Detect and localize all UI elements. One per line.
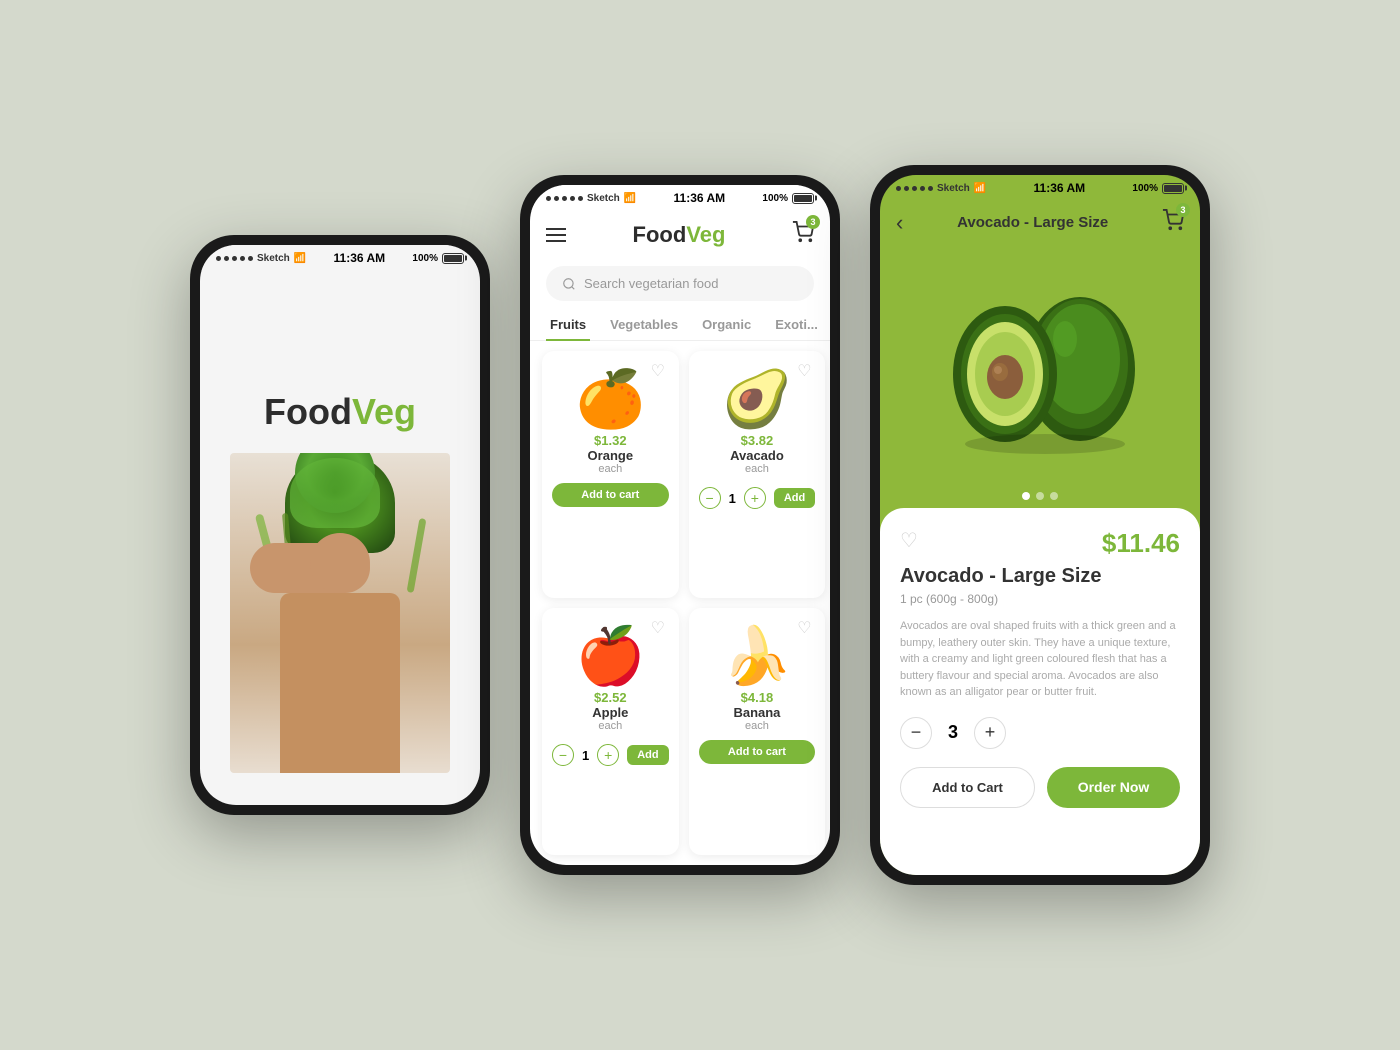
wishlist-detail[interactable]: ♡ [900,528,918,553]
detail-card: ♡ $11.46 Avocado - Large Size 1 pc (600g… [880,508,1200,875]
phones-container: Sketch 📶 11:36 AM 100% FoodVeg [150,105,1250,945]
detail-description: Avocados are oval shaped fruits with a t… [900,618,1180,701]
wishlist-avocado[interactable]: ♡ [797,361,815,379]
search-icon [562,277,576,291]
dot-2[interactable] [1036,492,1044,500]
unit-orange: each [598,463,622,475]
add-to-cart-button[interactable]: Add to Cart [900,767,1035,808]
splash-screen: Sketch 📶 11:36 AM 100% FoodVeg [200,245,480,805]
splash-image [230,453,450,773]
unit-avocado: each [745,463,769,475]
price-apple: $2.52 [594,690,627,705]
avocado-svg [920,269,1160,459]
price-orange: $1.32 [594,433,627,448]
name-avocado: Avacado [730,448,784,463]
product-image-banana: 🍌 [722,628,792,684]
tab-organic[interactable]: Organic [698,309,755,340]
detail-product-name: Avocado - Large Size [900,565,1180,588]
price-avocado: $3.82 [741,433,774,448]
product-card-orange: ♡ 🍊 $1.32 Orange each Add to cart [542,351,679,598]
detail-cart-badge: 3 [1176,203,1190,217]
wifi-icon: 📶 [294,253,306,264]
detail-qty-minus[interactable]: − [900,717,932,749]
name-orange: Orange [588,448,634,463]
product-image-avocado: 🥑 [722,371,792,427]
qty-minus-apple[interactable]: − [552,744,574,766]
qty-avocado: 1 [729,491,736,506]
time-display: 11:36 AM [334,251,386,265]
order-now-button[interactable]: Order Now [1047,767,1180,808]
add-btn-apple[interactable]: Add [627,745,668,765]
product-card-avocado: ♡ 🥑 $3.82 Avacado each − 1 + Add [689,351,826,598]
price-banana: $4.18 [741,690,774,705]
search-placeholder: Search vegetarian food [584,276,718,291]
wishlist-banana[interactable]: ♡ [797,618,815,636]
tab-vegetables[interactable]: Vegetables [606,309,682,340]
name-banana: Banana [733,705,780,720]
tabs-row: Fruits Vegetables Organic Exoti... [530,309,830,341]
tab-fruits[interactable]: Fruits [546,309,590,340]
qty-plus-avocado[interactable]: + [744,487,766,509]
products-grid: ♡ 🍊 $1.32 Orange each Add to cart ♡ 🥑 $3… [530,341,830,865]
product-image-apple: 🍎 [575,628,645,684]
dot-1[interactable] [1022,492,1030,500]
add-cart-orange[interactable]: Add to cart [552,483,669,507]
qty-plus-apple[interactable]: + [597,744,619,766]
add-btn-avocado[interactable]: Add [774,488,815,508]
hamburger-menu[interactable] [546,228,566,242]
qty-minus-avocado[interactable]: − [699,487,721,509]
sketch-label: Sketch [257,253,290,264]
detail-price: $11.46 [1102,528,1180,559]
wishlist-orange[interactable]: ♡ [651,361,669,379]
unit-banana: each [745,720,769,732]
name-apple: Apple [592,705,628,720]
splash-logo: FoodVeg [264,391,416,433]
detail-qty: 3 [948,722,958,743]
logo-food: Food [264,391,352,432]
back-button[interactable]: ‹ [896,210,903,236]
wishlist-apple[interactable]: ♡ [651,618,669,636]
cart-badge: 3 [806,215,820,229]
status-bar-3: Sketch 📶 11:36 AM 100% [880,175,1200,201]
cart-button[interactable]: 3 [792,221,814,248]
qty-row-avocado: − 1 + Add [699,487,816,509]
tab-exotic[interactable]: Exoti... [771,309,822,340]
add-cart-banana[interactable]: Add to cart [699,740,816,764]
list-header: FoodVeg 3 [530,211,830,258]
detail-qty-row: − 3 + [900,717,1180,749]
product-image-display [880,244,1200,484]
detail-actions: Add to Cart Order Now [900,767,1180,808]
detail-screen: Sketch 📶 11:36 AM 100% ‹ Avocado - Large… [880,175,1200,875]
list-screen: Sketch 📶 11:36 AM 100% [530,185,830,865]
logo-veg: Veg [352,391,416,432]
phone-list: Sketch 📶 11:36 AM 100% [520,175,840,875]
time-3: 11:36 AM [1034,181,1086,195]
header-logo: FoodVeg [633,222,726,248]
detail-nav: ‹ Avocado - Large Size 3 [880,201,1200,244]
status-bar-2: Sketch 📶 11:36 AM 100% [530,185,830,211]
search-bar[interactable]: Search vegetarian food [546,266,814,301]
detail-product-sub: 1 pc (600g - 800g) [900,592,1180,606]
detail-page-title: Avocado - Large Size [957,214,1108,231]
product-card-banana: ♡ 🍌 $4.18 Banana each Add to cart [689,608,826,855]
qty-apple: 1 [582,748,589,763]
product-card-apple: ♡ 🍎 $2.52 Apple each − 1 + Add [542,608,679,855]
status-bar-1: Sketch 📶 11:36 AM 100% [200,245,480,271]
time-2: 11:36 AM [674,191,726,205]
unit-apple: each [598,720,622,732]
phone-splash: Sketch 📶 11:36 AM 100% FoodVeg [190,235,490,815]
detail-qty-plus[interactable]: + [974,717,1006,749]
dot-3[interactable] [1050,492,1058,500]
image-dots [880,484,1200,508]
product-image-orange: 🍊 [575,371,645,427]
qty-row-apple: − 1 + Add [552,744,669,766]
battery-percent: 100% [412,253,438,264]
phone-detail: Sketch 📶 11:36 AM 100% ‹ Avocado - Large… [870,165,1210,885]
detail-cart-button[interactable]: 3 [1162,209,1184,236]
